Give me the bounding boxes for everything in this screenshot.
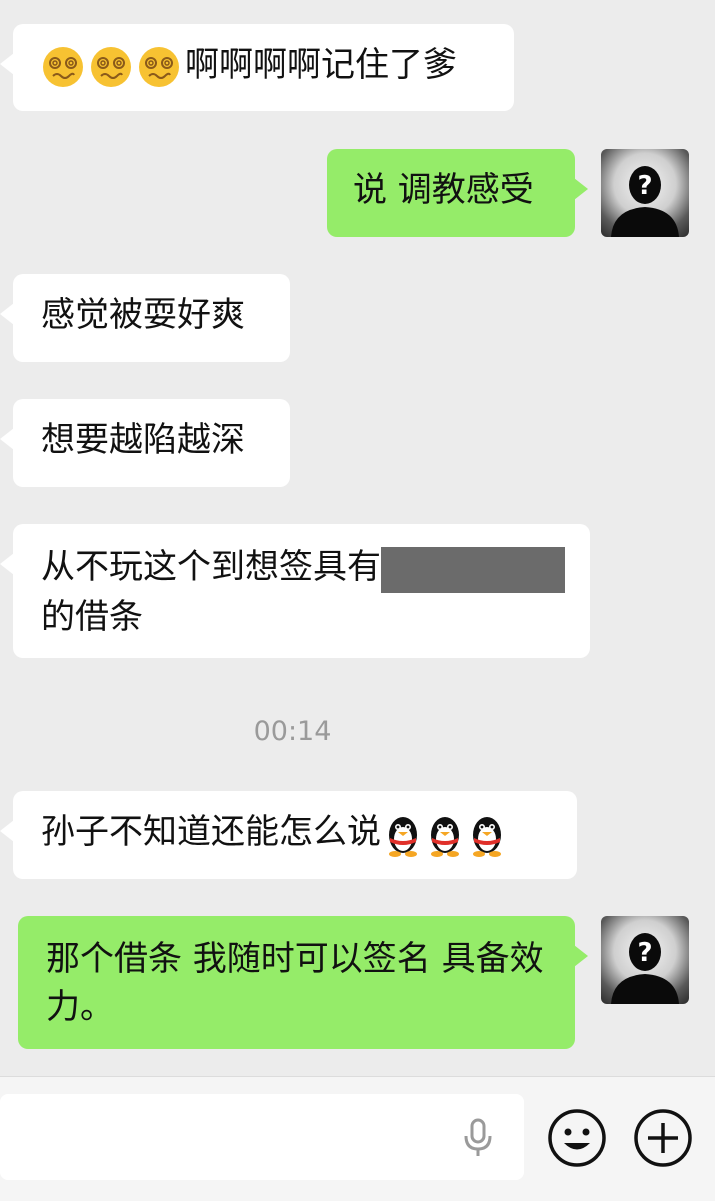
message-text: 啊啊啊啊记住了爹 <box>185 45 457 85</box>
message-bubble-incoming[interactable]: 感觉被耍好爽 <box>0 274 290 362</box>
message-text: 想要越陷越深 <box>41 420 245 460</box>
message-text: 的借条 <box>41 597 143 637</box>
dizzy-face-emoji <box>43 46 83 87</box>
message-text: 感觉被耍好爽 <box>41 295 245 335</box>
message-text: 那个借条 我随时可以签名 具备效力。 <box>46 939 544 1027</box>
message-text: 从不玩这个到想签具有 <box>41 547 381 587</box>
message-bubble-incoming[interactable]: 啊啊啊啊记住了爹 <box>0 24 514 111</box>
svg-text:?: ? <box>637 171 652 201</box>
message-bubble-outgoing[interactable]: 那个借条 我随时可以签名 具备效力。 <box>18 916 588 1049</box>
message-text: 孙子不知道还能怎么说 <box>41 812 381 852</box>
qq-penguin-emoji <box>389 816 417 857</box>
message-input[interactable] <box>0 1094 524 1180</box>
message-text: 说 调教感受 <box>353 170 534 210</box>
message-bubble-outgoing[interactable]: 说 调教感受 <box>327 149 588 237</box>
message-bubble-incoming[interactable]: 从不玩这个到想签具有 的借条 <box>0 524 590 658</box>
dizzy-face-emoji <box>91 46 131 87</box>
plus-circle-icon[interactable] <box>633 1108 693 1168</box>
avatar[interactable]: ? <box>601 916 689 1004</box>
dizzy-face-emoji <box>139 46 179 87</box>
qq-penguin-emoji <box>431 816 459 857</box>
redacted-block <box>381 547 565 593</box>
smiley-icon[interactable] <box>547 1108 607 1168</box>
timestamp: 00:14 <box>253 716 332 747</box>
question-silhouette-icon: ? <box>611 933 679 1004</box>
microphone-icon[interactable] <box>462 1118 494 1158</box>
question-silhouette-icon: ? <box>611 166 679 237</box>
svg-text:?: ? <box>637 938 652 968</box>
qq-penguin-emoji <box>473 816 501 857</box>
avatar[interactable]: ? <box>601 149 689 237</box>
message-bubble-incoming[interactable]: 想要越陷越深 <box>0 399 290 487</box>
message-bubble-incoming[interactable]: 孙子不知道还能怎么说 <box>0 791 577 879</box>
